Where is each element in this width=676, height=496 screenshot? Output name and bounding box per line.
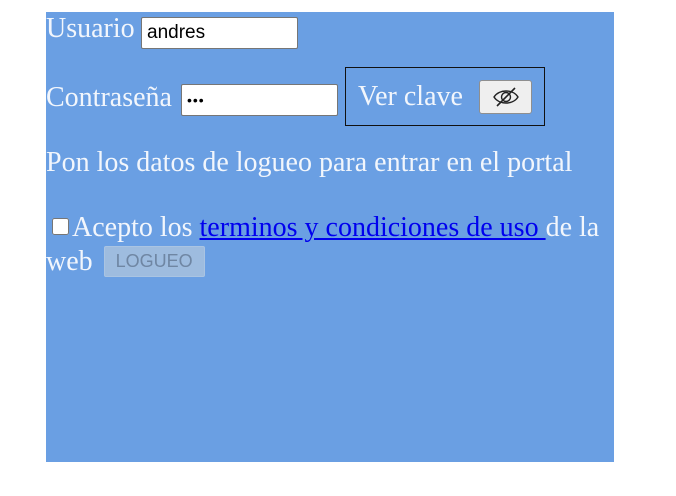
user-input[interactable] — [141, 17, 298, 49]
login-hint: Pon los datos de logueo para entrar en e… — [46, 147, 573, 178]
login-button[interactable]: LOGUEO — [103, 246, 205, 277]
user-label: Usuario — [46, 13, 135, 44]
password-input[interactable] — [181, 84, 338, 116]
terms-prefix: Acepto los — [72, 212, 200, 243]
show-password-label: Ver clave — [358, 81, 463, 112]
terms-line: Acepto los terminos y condiciones de uso… — [46, 211, 614, 279]
terms-checkbox[interactable] — [52, 218, 69, 235]
terms-link[interactable]: terminos y condiciones de uso — [200, 212, 546, 243]
show-password-group: Ver clave — [345, 67, 545, 126]
show-password-button[interactable] — [479, 80, 532, 114]
password-label: Contraseña — [46, 82, 172, 113]
eye-slash-icon — [492, 87, 519, 107]
login-panel: Usuario Contraseña Ver clave Pon los dat… — [46, 12, 614, 462]
